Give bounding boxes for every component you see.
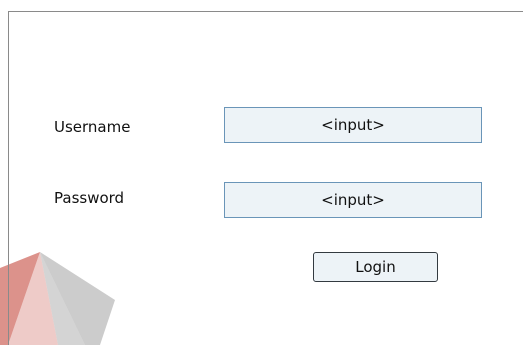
password-label: Password: [54, 189, 125, 207]
username-label: Username: [54, 118, 131, 136]
login-button[interactable]: Login: [313, 252, 438, 282]
form-frame: [8, 11, 523, 345]
username-input[interactable]: <input>: [224, 107, 482, 143]
password-input[interactable]: <input>: [224, 182, 482, 218]
login-page: Username <input> Password <input> Login: [0, 0, 523, 345]
